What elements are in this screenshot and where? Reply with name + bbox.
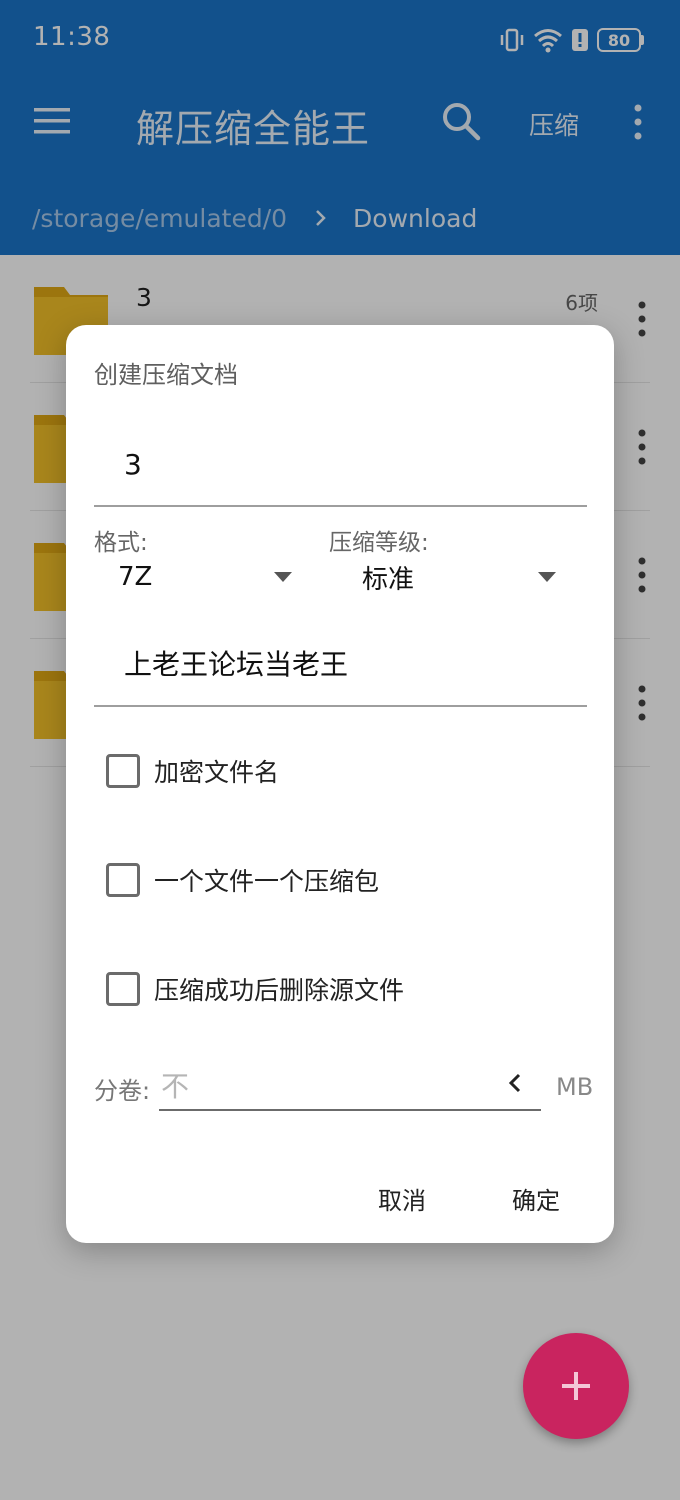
format-select[interactable]: 7Z bbox=[118, 557, 298, 597]
level-select[interactable]: 标准 bbox=[362, 557, 572, 597]
add-button[interactable] bbox=[523, 1333, 629, 1439]
screen: 11:38 80 解压缩全能王 压缩 /storage/emulated/0 D… bbox=[0, 0, 680, 1500]
split-volume-input[interactable]: 不 bbox=[159, 1061, 541, 1111]
chevron-left-icon[interactable] bbox=[506, 1072, 524, 1094]
password-input[interactable] bbox=[94, 621, 587, 707]
one-archive-per-file-option[interactable]: 一个文件一个压缩包 bbox=[106, 860, 379, 900]
cancel-button[interactable]: 取消 bbox=[378, 1181, 426, 1216]
level-label: 压缩等级: bbox=[329, 530, 429, 556]
format-label: 格式: bbox=[94, 530, 148, 556]
dialog-title: 创建压缩文档 bbox=[94, 361, 238, 389]
checkbox-label: 一个文件一个压缩包 bbox=[154, 867, 380, 896]
checkbox-label: 压缩成功后删除源文件 bbox=[154, 976, 405, 1005]
checkbox[interactable] bbox=[106, 754, 140, 788]
checkbox[interactable] bbox=[106, 972, 140, 1006]
format-value: 7Z bbox=[118, 562, 153, 592]
ok-button[interactable]: 确定 bbox=[512, 1181, 560, 1216]
split-volume-value: 不 bbox=[161, 1070, 190, 1103]
split-volume-label: 分卷: bbox=[94, 1077, 151, 1105]
checkbox-label: 加密文件名 bbox=[154, 758, 280, 787]
encrypt-filename-option[interactable]: 加密文件名 bbox=[106, 751, 279, 791]
create-archive-dialog: 创建压缩文档 格式: 7Z 压缩等级: 标准 加密文件名 一个文件一个压缩包 压… bbox=[66, 325, 614, 1243]
dropdown-arrow-icon bbox=[274, 572, 292, 582]
delete-source-option[interactable]: 压缩成功后删除源文件 bbox=[106, 969, 404, 1009]
level-value: 标准 bbox=[362, 564, 415, 595]
split-volume-unit: MB bbox=[556, 1073, 594, 1101]
checkbox[interactable] bbox=[106, 863, 140, 897]
dropdown-arrow-icon bbox=[538, 572, 556, 582]
archive-name-input[interactable] bbox=[94, 423, 587, 507]
add-icon bbox=[562, 1372, 590, 1400]
